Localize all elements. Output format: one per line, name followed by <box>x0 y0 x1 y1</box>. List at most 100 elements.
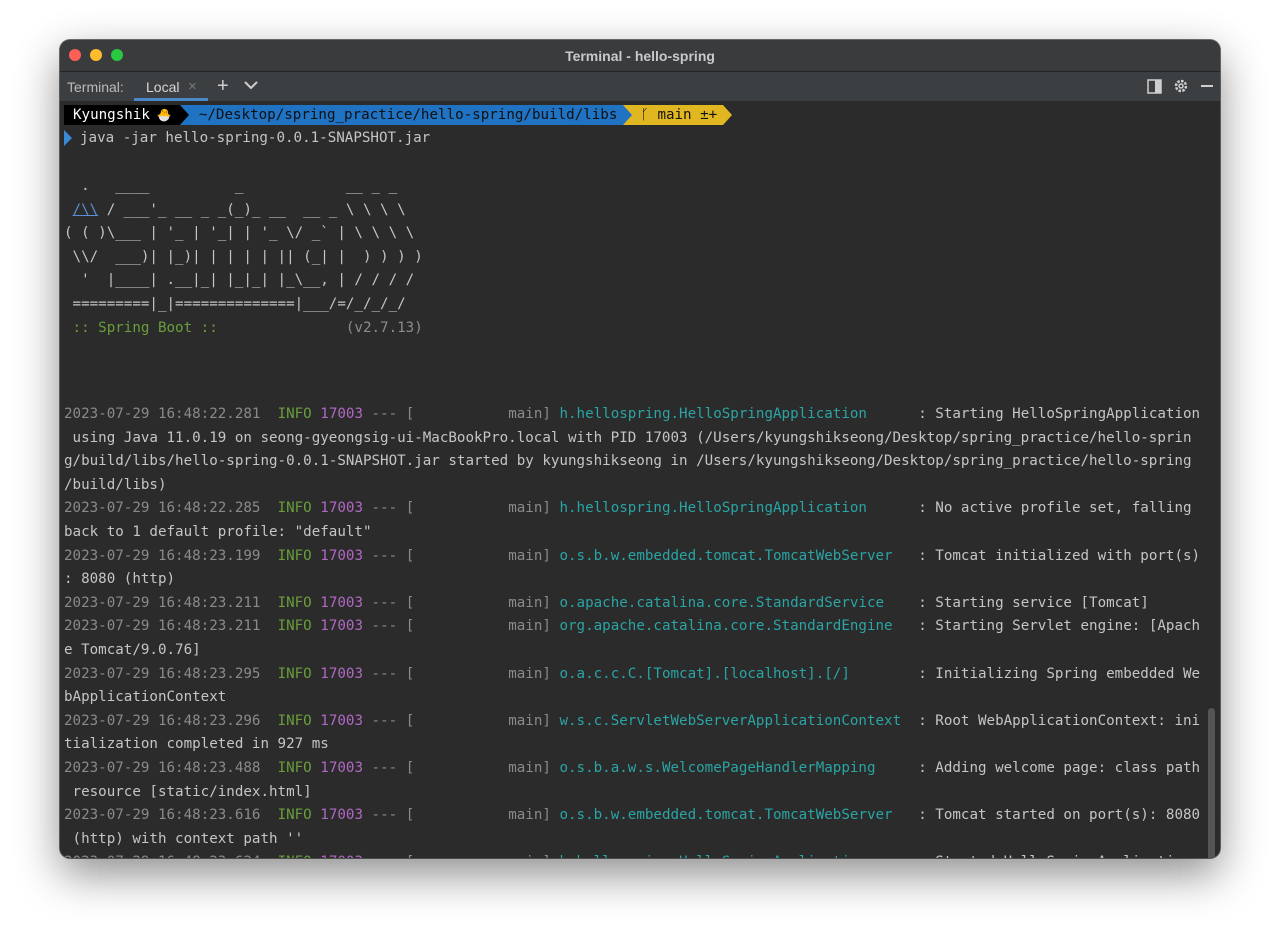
log-logger: w.s.c.ServletWebServerApplicationContext <box>559 712 910 729</box>
log-level: INFO <box>277 500 312 517</box>
banner-line: \\/ ___)| |_)| | | | | || (_| | ) ) ) ) <box>64 248 423 265</box>
log-level: INFO <box>277 760 312 776</box>
spring-boot-version-line: :: Spring Boot :: (v2.7.13) <box>64 317 423 340</box>
prompt-git-segment: ᚴ main ±+ <box>632 105 724 125</box>
tab-local[interactable]: Local × <box>134 72 208 101</box>
log-entry-line: 2023-07-29 16:48:23.296 INFO 17003 --- [… <box>64 710 1200 733</box>
log-logger: h.hellospring.HelloSpringApplication <box>559 500 910 517</box>
log-timestamp: 2023-07-29 16:48:23.624 <box>64 854 260 858</box>
log-pid: 17003 <box>320 406 363 422</box>
log-thread: --- [ main] <box>371 406 551 422</box>
log-thread: --- [ main] <box>371 665 551 682</box>
log-continuation-line: using Java 11.0.19 on seong-gyeongsig-ui… <box>64 429 1192 446</box>
gear-icon[interactable] <box>1173 78 1189 94</box>
layout-toggle-icon[interactable] <box>1147 78 1162 94</box>
close-tab-icon[interactable]: × <box>188 78 197 95</box>
log-message: : Root WebApplicationContext: ini <box>909 712 1201 729</box>
log-timestamp: 2023-07-29 16:48:22.285 <box>64 500 261 517</box>
log-logger: o.a.c.c.C.[Tomcat].[localhost].[/] <box>559 665 910 682</box>
log-pid: 17003 <box>320 500 363 517</box>
terminal-tab-bar: Terminal: Local × + <box>60 72 1220 102</box>
window-title: Terminal - hello-spring <box>565 47 715 64</box>
tab-local-label: Local <box>146 79 180 95</box>
log-level: INFO <box>277 712 312 729</box>
log-pid: 17003 <box>320 594 363 611</box>
log-logger: h.hellospring.HelloSpringApplication <box>559 406 910 422</box>
log-level: INFO <box>277 665 312 682</box>
log-thread: --- [ main] <box>372 854 551 858</box>
tool-window-actions <box>1147 78 1214 94</box>
close-window-button[interactable] <box>69 49 81 61</box>
spring-boot-label: :: Spring Boot :: <box>64 319 218 336</box>
log-continuation-line: : 8080 (http) <box>64 571 176 588</box>
log-level: INFO <box>277 807 312 824</box>
log-logger: o.apache.catalina.core.StandardService <box>559 594 910 611</box>
prompt-branch: main ±+ <box>657 107 718 123</box>
prompt-user: Kyungshik <box>73 107 150 123</box>
log-logger: h.hellospring.HelloSpringApplication <box>559 854 909 858</box>
log-continuation-line: tialization completed in 927 ms <box>64 736 329 753</box>
log-continuation-line: back to 1 default profile: "default" <box>64 524 372 540</box>
log-level: INFO <box>277 618 312 635</box>
log-level: INFO <box>277 547 312 564</box>
command-line: java -jar hello-spring-0.0.1-SNAPSHOT.ja… <box>80 130 431 146</box>
log-timestamp: 2023-07-29 16:48:23.295 <box>64 665 261 682</box>
log-continuation-line: bApplicationContext <box>64 689 227 706</box>
log-entry-line: 2023-07-29 16:48:23.199 INFO 17003 --- [… <box>64 545 1200 568</box>
banner-line: ( ( )\___ | '_ | '_| | '_ \/ _` | \ \ \ … <box>64 225 415 242</box>
log-continuation-line: g/build/libs/hello-spring-0.0.1-SNAPSHOT… <box>64 453 1192 470</box>
log-message: : Initializing Spring embedded We <box>909 665 1201 682</box>
banner-slashes: /\\ <box>72 201 99 218</box>
log-thread: --- [ main] <box>371 547 551 564</box>
banner-line: ' |____| .__|_| |_|_| |_\__, | / / / / <box>64 272 415 289</box>
terminal-scrollbar[interactable] <box>1208 708 1215 858</box>
log-level: INFO <box>278 854 312 858</box>
shell-prompt: Kyungshik 🐣 ~/Desktop/spring_practice/he… <box>64 105 733 125</box>
log-entry-line: 2023-07-29 16:48:22.285 INFO 17003 --- [… <box>64 497 1192 520</box>
minimize-window-button[interactable] <box>90 49 102 61</box>
log-thread: --- [ main] <box>371 500 551 517</box>
log-logger: o.s.b.a.w.s.WelcomePageHandlerMapping <box>559 760 910 776</box>
log-timestamp: 2023-07-29 16:48:22.281 <box>64 406 261 422</box>
log-timestamp: 2023-07-29 16:48:23.296 <box>64 712 261 729</box>
prompt-separator-arrow <box>179 105 189 125</box>
new-tab-icon[interactable]: + <box>217 75 229 98</box>
log-pid: 17003 <box>320 712 363 729</box>
chick-icon: 🐣 <box>156 108 172 122</box>
chevron-down-icon[interactable] <box>244 80 258 90</box>
log-pid: 17003 <box>320 807 363 824</box>
log-level: INFO <box>277 406 312 422</box>
log-continuation-line: e Tomcat/9.0.76] <box>64 642 201 658</box>
terminal-label: Terminal: <box>67 79 124 95</box>
zoom-window-button[interactable] <box>111 49 123 61</box>
prompt-path: ~/Desktop/spring_practice/hello-spring/b… <box>188 105 624 125</box>
prompt-separator-arrow <box>723 105 733 125</box>
git-branch-icon: ᚴ <box>640 107 649 123</box>
banner-line: /\\ / ___'_ __ _ _(_)_ __ __ _ \ \ \ \ <box>72 201 406 218</box>
command-prompt-arrow-icon <box>64 130 72 146</box>
log-thread: --- [ main] <box>371 807 551 824</box>
log-entry-line: 2023-07-29 16:48:23.211 INFO 17003 --- [… <box>64 592 1149 615</box>
log-timestamp: 2023-07-29 16:48:23.488 <box>64 760 261 776</box>
log-timestamp: 2023-07-29 16:48:23.199 <box>64 547 261 564</box>
log-timestamp: 2023-07-29 16:48:23.211 <box>64 594 261 611</box>
log-pid: 17003 <box>320 760 363 776</box>
log-pid: 17003 <box>320 547 363 564</box>
log-pid: 17003 <box>320 618 363 635</box>
log-message: : Starting Servlet engine: [Apach <box>909 618 1201 635</box>
log-entry-line: 2023-07-29 16:48:23.624 INFO 17003 --- [… <box>64 851 1192 858</box>
log-thread: --- [ main] <box>371 594 551 611</box>
log-thread: --- [ main] <box>371 760 551 776</box>
terminal-window: Terminal - hello-spring Terminal: Local … <box>60 40 1220 858</box>
log-continuation-line: resource [static/index.html] <box>64 783 312 800</box>
log-entry-line: 2023-07-29 16:48:23.488 INFO 17003 --- [… <box>64 757 1200 780</box>
log-logger: org.apache.catalina.core.StandardEngine <box>559 618 910 635</box>
log-message: : Starting service [Tomcat] <box>909 594 1149 611</box>
terminal-output[interactable]: Kyungshik 🐣 ~/Desktop/spring_practice/he… <box>60 102 1220 858</box>
log-entry-line: 2023-07-29 16:48:23.616 INFO 17003 --- [… <box>64 804 1200 827</box>
log-pid: 17003 <box>320 854 363 858</box>
log-timestamp: 2023-07-29 16:48:23.616 <box>64 807 261 824</box>
log-continuation-line: (http) with context path '' <box>64 830 304 847</box>
log-logger: o.s.b.w.embedded.tomcat.TomcatWebServer <box>559 547 910 564</box>
minimize-panel-icon[interactable] <box>1200 79 1214 93</box>
